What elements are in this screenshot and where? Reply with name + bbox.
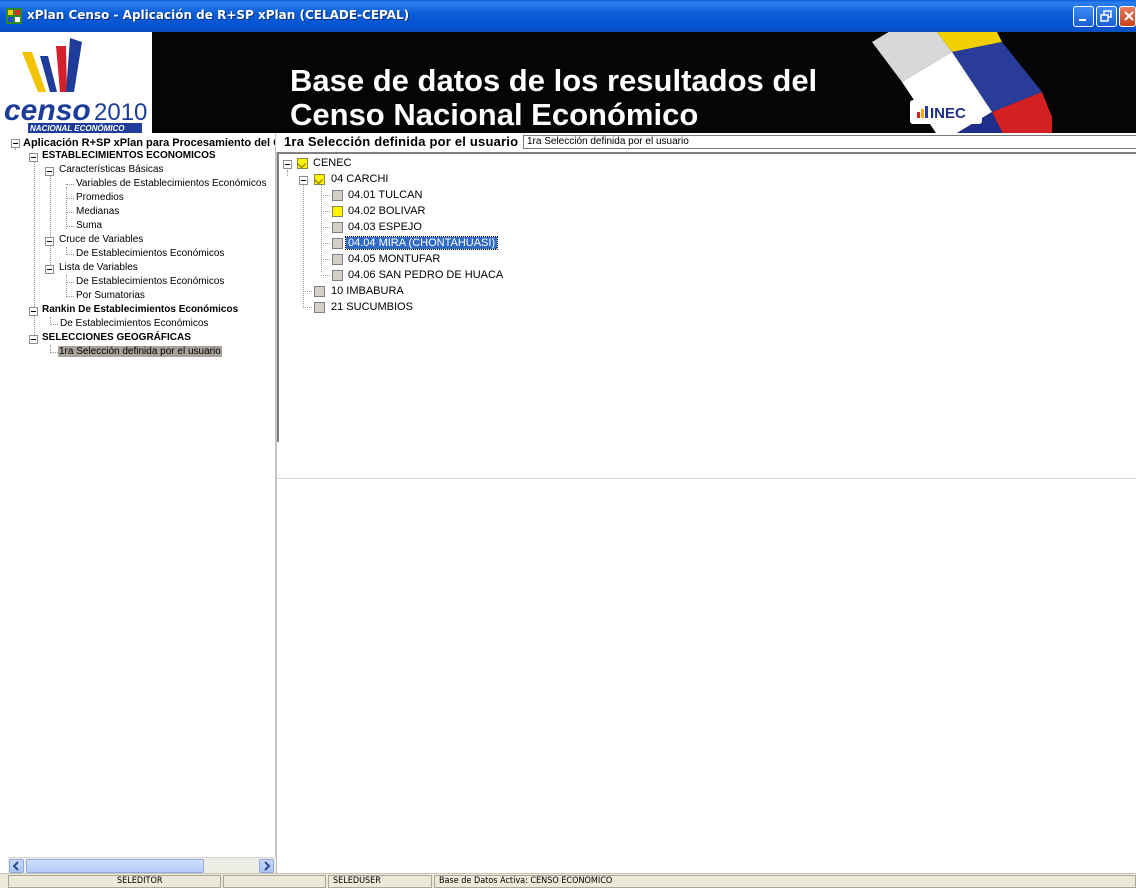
chevron-right-icon (264, 861, 271, 871)
checkbox-tulcan[interactable] (332, 190, 343, 201)
checkbox-espejo[interactable] (332, 222, 343, 233)
selection-title: 1ra Selección definida por el usuario (284, 134, 519, 149)
status-bar: SELEDITOR SELEDUSER Base de Datos Activa… (0, 873, 1136, 888)
title-bar: xPlan Censo - Aplicación de R+SP xPlan (… (0, 0, 1136, 32)
horizontal-scrollbar[interactable] (8, 857, 276, 873)
xplan-app-icon (6, 8, 22, 24)
collapse-icon[interactable] (29, 335, 38, 344)
window-title: xPlan Censo - Aplicación de R+SP xPlan (… (27, 8, 410, 22)
logo-subtitle: NACIONAL ECONÓMICO (30, 124, 125, 133)
tree-item-promedios[interactable]: Promedios (76, 191, 124, 205)
inec-logo: INEC (872, 32, 1052, 133)
content-divider (277, 478, 1136, 479)
geo-item-cenec[interactable]: CENEC (313, 156, 352, 171)
tree-item-establecimientos[interactable]: ESTABLECIMIENTOS ECONOMICOS (42, 149, 216, 163)
collapse-icon[interactable] (283, 160, 292, 169)
checkbox-carchi[interactable] (314, 174, 325, 185)
scroll-left-button[interactable] (9, 859, 24, 873)
navigation-tree: Aplicación R+SP xPlan para Procesamiento… (8, 133, 276, 873)
checkbox-imbabura[interactable] (314, 286, 325, 297)
tree-item-primera-seleccion[interactable]: 1ra Selección definida por el usuario (58, 345, 222, 359)
collapse-icon[interactable] (45, 167, 54, 176)
geo-item-bolivar[interactable]: 04.02 BOLIVAR (348, 204, 425, 219)
tree-item-caracteristicas[interactable]: Características Básicas (59, 163, 163, 177)
geo-item-sucumbios[interactable]: 21 SUCUMBIOS (331, 300, 413, 315)
checkbox-mira[interactable] (332, 238, 343, 249)
checkbox-san-pedro-de-huaca[interactable] (332, 270, 343, 281)
geo-item-imbabura[interactable]: 10 IMBABURA (331, 284, 404, 299)
restore-icon (1100, 10, 1112, 22)
chevron-left-icon (12, 861, 19, 871)
geo-item-tulcan[interactable]: 04.01 TULCAN (348, 188, 422, 203)
selection-name-input[interactable]: 1ra Selección definida por el usuario (523, 135, 1136, 149)
minimize-button[interactable] (1073, 6, 1094, 27)
checkbox-montufar[interactable] (332, 254, 343, 265)
tree-item-selecciones[interactable]: SELECCIONES GEOGRÁFICAS (42, 331, 191, 345)
collapse-icon[interactable] (45, 237, 54, 246)
tree-item-sumatorias[interactable]: Por Sumatorias (76, 289, 145, 303)
tree-item-cruce[interactable]: Cruce de Variables (59, 233, 143, 247)
geo-selection-tree: CENEC 04 CARCHI 04.01 TULCAN 04.02 BOLIV… (277, 152, 1136, 442)
status-active-db: Base de Datos Activa: CENSO ECONOMICO (434, 875, 1136, 888)
tree-item-lista-establecimientos[interactable]: De Establecimientos Económicos (76, 275, 224, 289)
close-button[interactable] (1119, 6, 1136, 27)
status-seleditor: SELEDITOR (8, 875, 221, 888)
tree-item-rankin[interactable]: Rankin De Establecimientos Económicos (42, 303, 238, 317)
restore-button[interactable] (1096, 6, 1117, 27)
collapse-icon[interactable] (45, 265, 54, 274)
header-banner: censo 2010 NACIONAL ECONÓMICO Base de da… (0, 32, 1136, 133)
geo-item-montufar[interactable]: 04.05 MONTUFAR (348, 252, 440, 267)
geo-item-san-pedro-de-huaca[interactable]: 04.06 SAN PEDRO DE HUACA (348, 268, 503, 283)
collapse-icon[interactable] (29, 307, 38, 316)
tree-item-cruce-establecimientos[interactable]: De Establecimientos Económicos (76, 247, 224, 261)
close-icon (1124, 11, 1134, 21)
inec-logo-text: INEC (930, 105, 966, 122)
tree-item-suma[interactable]: Suma (76, 219, 102, 233)
minimize-icon (1079, 19, 1086, 21)
geo-item-carchi[interactable]: 04 CARCHI (331, 172, 388, 187)
checkbox-bolivar[interactable] (332, 206, 343, 217)
scroll-right-button[interactable] (259, 859, 274, 873)
collapse-icon[interactable] (29, 153, 38, 162)
collapse-icon[interactable] (299, 176, 308, 185)
geo-item-espejo[interactable]: 04.03 ESPEJO (348, 220, 422, 235)
scroll-thumb[interactable] (26, 859, 204, 873)
tree-item-rankin-establecimientos[interactable]: De Establecimientos Económicos (60, 317, 208, 331)
tree-root[interactable]: Aplicación R+SP xPlan para Procesamiento… (23, 136, 275, 150)
tree-item-variables[interactable]: Variables de Establecimientos Económicos (76, 177, 266, 191)
checkbox-cenec[interactable] (297, 158, 308, 169)
logo-word: censo (4, 94, 91, 127)
censo-2010-logo: censo 2010 NACIONAL ECONÓMICO (0, 32, 152, 133)
logo-year: 2010 (94, 99, 147, 126)
banner-heading-line1: Base de datos de los resultados del (290, 63, 818, 98)
status-seleduser: SELEDUSER (328, 875, 432, 888)
banner-heading: Base de datos de los resultados del Cens… (290, 64, 817, 132)
banner-heading-line2: Censo Nacional Económico (290, 97, 699, 132)
checkbox-sucumbios[interactable] (314, 302, 325, 313)
tree-item-lista[interactable]: Lista de Variables (59, 261, 138, 275)
tree-item-medianas[interactable]: Medianas (76, 205, 119, 219)
selection-header: 1ra Selección definida por el usuario 1r… (284, 134, 1136, 151)
status-empty (223, 875, 326, 888)
geo-item-mira[interactable]: 04.04 MIRA (CHONTAHUASI) (344, 236, 499, 251)
